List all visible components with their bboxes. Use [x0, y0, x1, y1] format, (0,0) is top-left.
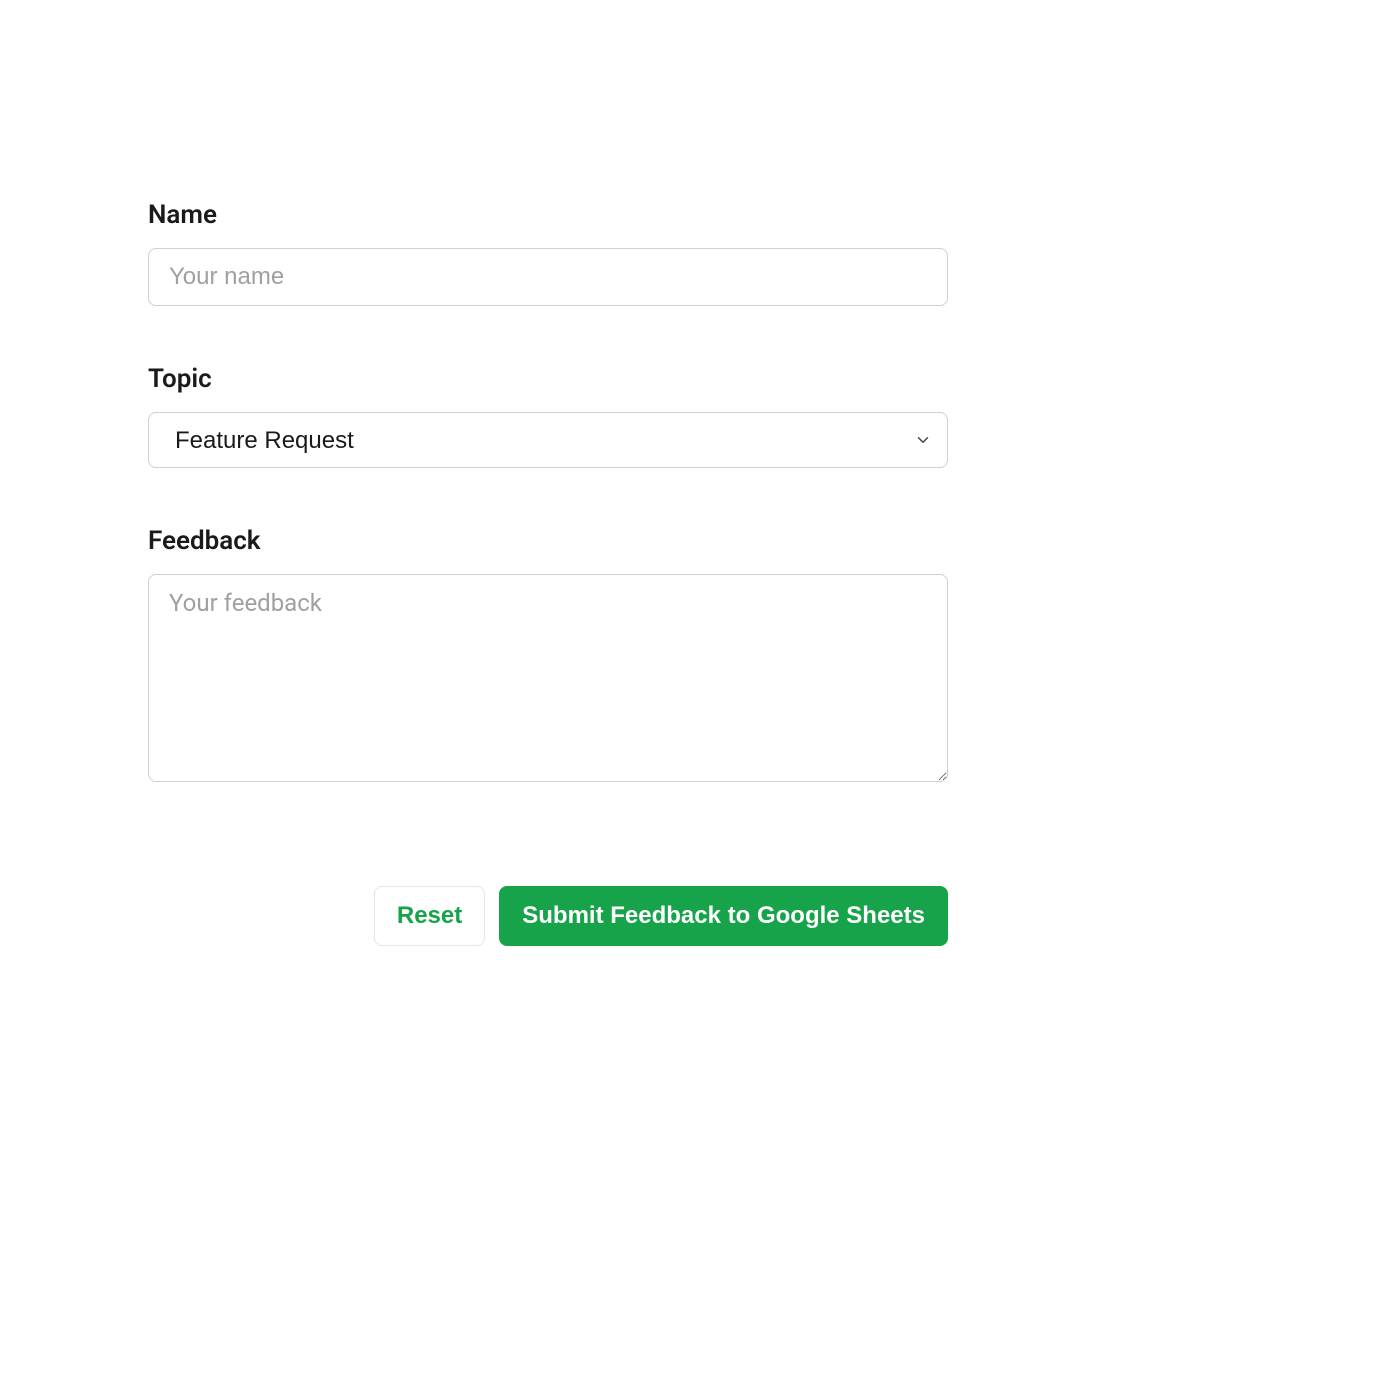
feedback-group: Feedback: [148, 526, 948, 786]
name-label: Name: [148, 200, 948, 230]
topic-select[interactable]: Feature Request: [148, 412, 948, 468]
feedback-textarea[interactable]: [148, 574, 948, 782]
reset-button[interactable]: Reset: [374, 886, 485, 946]
topic-select-wrapper: Feature Request: [148, 412, 948, 468]
feedback-label: Feedback: [148, 526, 948, 556]
button-row: Reset Submit Feedback to Google Sheets: [148, 886, 948, 946]
name-input[interactable]: [148, 248, 948, 306]
topic-group: Topic Feature Request: [148, 364, 948, 468]
feedback-form: Name Topic Feature Request Feedback Rese…: [148, 200, 948, 946]
topic-label: Topic: [148, 364, 948, 394]
name-group: Name: [148, 200, 948, 306]
submit-button[interactable]: Submit Feedback to Google Sheets: [499, 886, 948, 946]
